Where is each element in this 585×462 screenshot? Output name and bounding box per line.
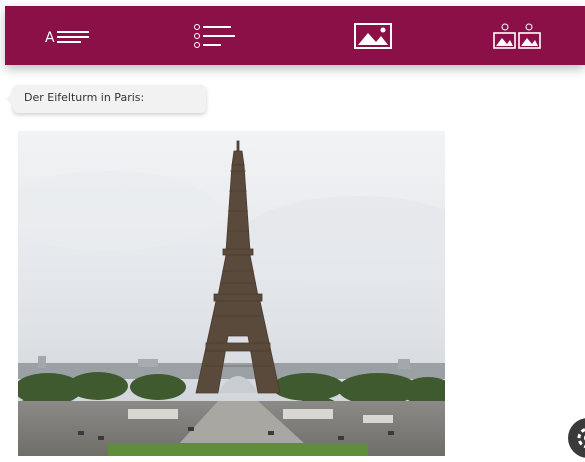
top-toolbar: A — [5, 6, 585, 65]
text-format-icon: A — [45, 30, 89, 46]
image-pair-icon — [493, 23, 541, 49]
photo-illustration — [18, 131, 445, 456]
message-text: Der Eifelturm in Paris: — [24, 91, 145, 104]
svg-text:A: A — [45, 30, 55, 46]
image-pair-button[interactable] — [457, 6, 577, 65]
settings-button[interactable] — [568, 418, 585, 458]
text-format-button[interactable]: A — [7, 6, 127, 65]
gear-icon — [577, 427, 585, 449]
image-button[interactable] — [313, 6, 433, 65]
image-icon — [354, 22, 392, 49]
eiffel-tower-photo — [18, 131, 445, 456]
numbered-list-icon — [194, 23, 235, 48]
numbered-list-button[interactable] — [155, 6, 275, 65]
chat-message-bubble: Der Eifelturm in Paris: — [6, 85, 206, 113]
